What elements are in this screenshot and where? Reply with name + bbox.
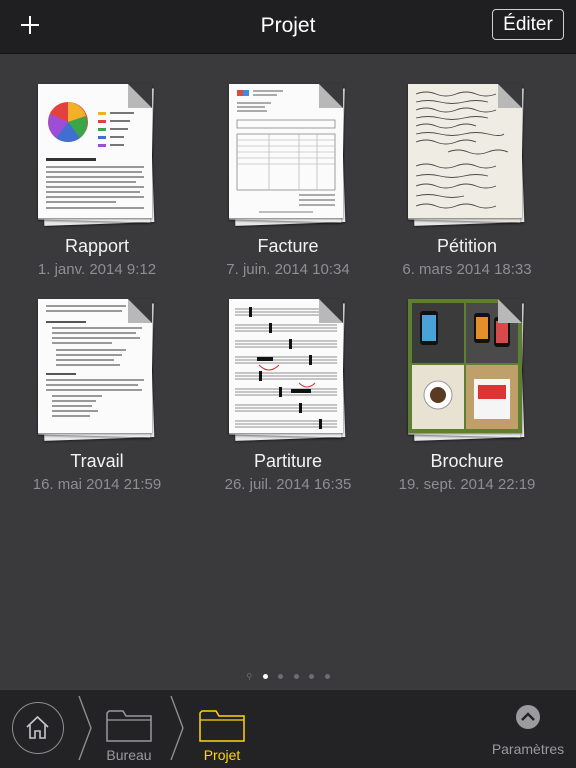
- home-icon: [26, 715, 49, 739]
- document-facture[interactable]: Facture 7. juin. 2014 10:34: [203, 84, 373, 278]
- page-dot[interactable]: [309, 674, 315, 679]
- document-date: 1. janv. 2014 9:12: [37, 261, 157, 278]
- breadcrumb-bureau[interactable]: Bureau: [89, 747, 169, 763]
- document-name: Partiture: [253, 451, 323, 471]
- document-date: 7. juin. 2014 10:34: [226, 261, 350, 278]
- chevron-up-circle-icon: [516, 705, 540, 729]
- document-date: 19. sept. 2014 22:19: [398, 476, 536, 493]
- document-date: 16. mai 2014 21:59: [32, 476, 162, 493]
- settings-button[interactable]: Paramètres: [488, 704, 568, 757]
- document-name: Travail: [70, 451, 124, 471]
- document-date: 6. mars 2014 18:33: [402, 261, 532, 278]
- search-icon[interactable]: ⚲: [246, 673, 252, 681]
- page-indicator[interactable]: ⚲: [0, 666, 576, 684]
- document-brochure[interactable]: Brochure 19. sept. 2014 22:19: [382, 299, 552, 493]
- page-dot[interactable]: [262, 674, 268, 679]
- document-travail[interactable]: Travail 16. mai 2014 21:59: [12, 299, 182, 493]
- document-partiture[interactable]: Partiture 26. juil. 2014 16:35: [203, 299, 373, 493]
- document-thumbnail: [229, 84, 347, 226]
- document-thumbnail: [38, 84, 156, 226]
- breadcrumb-projet[interactable]: Projet: [182, 747, 262, 763]
- home-button[interactable]: [12, 702, 64, 754]
- top-navigation-bar: Projet Éditer: [0, 0, 576, 54]
- page-dot[interactable]: [324, 674, 330, 679]
- document-thumbnail: [229, 299, 347, 441]
- document-thumbnail: [408, 299, 526, 441]
- folder-icon[interactable]: [199, 708, 245, 742]
- document-thumbnail: [408, 84, 526, 226]
- document-name: Rapport: [64, 236, 130, 256]
- document-name: Brochure: [430, 451, 504, 471]
- document-date: 26. juil. 2014 16:35: [224, 476, 352, 493]
- document-rapport[interactable]: Rapport 1. janv. 2014 9:12: [12, 84, 182, 278]
- page-dot[interactable]: [278, 674, 284, 679]
- document-petition[interactable]: Pétition 6. mars 2014 18:33: [382, 84, 552, 278]
- document-name: Pétition: [436, 236, 498, 256]
- edit-button[interactable]: Éditer: [492, 9, 564, 40]
- bottom-toolbar: Bureau Projet Paramètres: [0, 690, 576, 768]
- settings-label: Paramètres: [491, 741, 565, 757]
- folder-icon[interactable]: [106, 708, 152, 742]
- document-thumbnail: [38, 299, 156, 441]
- page-title: Projet: [260, 14, 316, 37]
- page-dot[interactable]: [293, 674, 299, 679]
- document-name: Facture: [257, 236, 319, 256]
